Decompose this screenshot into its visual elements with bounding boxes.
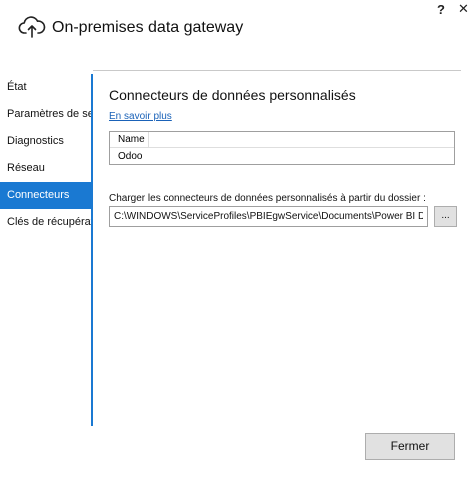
page-title: Connecteurs de données personnalisés — [109, 87, 356, 103]
sidebar-item-diagnostics[interactable]: Diagnostics — [0, 128, 91, 155]
close-window-button[interactable]: ✕ — [458, 1, 469, 17]
window-title: On-premises data gateway — [52, 19, 244, 36]
column-header-name[interactable]: Name — [110, 132, 149, 147]
sidebar-divider — [91, 74, 93, 426]
folder-label: Charger les connecteurs de données perso… — [109, 193, 426, 204]
sidebar-nav: État Paramètres de service Diagnostics R… — [0, 74, 91, 236]
sidebar-item-recovery-keys[interactable]: Clés de récupération — [0, 209, 91, 236]
sidebar-item-connectors[interactable]: Connecteurs — [0, 182, 91, 209]
connectors-list: Name Odoo — [109, 131, 455, 165]
browse-button[interactable]: ... — [434, 206, 457, 227]
folder-path-input[interactable] — [109, 206, 428, 227]
cloud-upload-icon — [18, 14, 46, 40]
list-item[interactable]: Odoo — [110, 149, 454, 164]
sidebar-item-network[interactable]: Réseau — [0, 155, 91, 182]
close-button[interactable]: Fermer — [365, 433, 455, 460]
list-header: Name — [110, 132, 454, 148]
sidebar-item-service-settings[interactable]: Paramètres de service — [0, 101, 91, 128]
learn-more-link[interactable]: En savoir plus — [109, 111, 172, 122]
header-divider — [93, 70, 461, 71]
sidebar-item-etat[interactable]: État — [0, 74, 91, 101]
help-button[interactable]: ? — [437, 2, 445, 17]
